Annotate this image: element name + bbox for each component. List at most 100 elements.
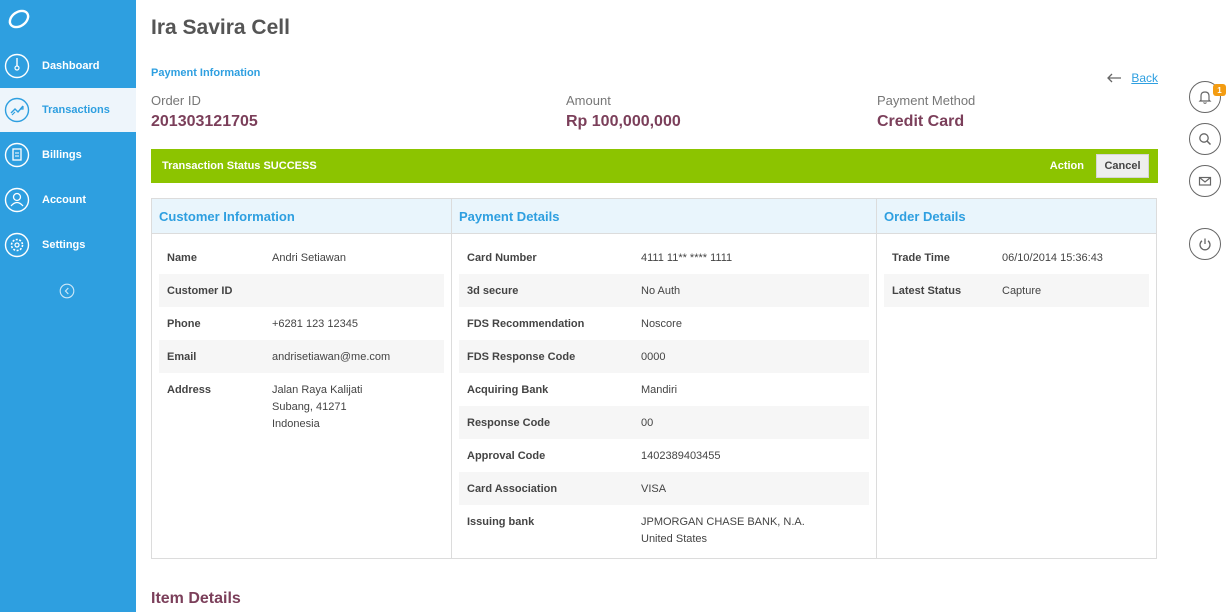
main-content: Ira Savira Cell Payment Information Back… [151,0,1158,612]
payment-rows: Card Number 4111 11** **** 1111 3d secure N… [452,234,876,555]
sidebar-item-label: Billings [42,149,82,161]
amount-block: Amount Rp 100,000,000 [566,93,681,131]
detail-row: Trade Time 06/10/2014 15:36:43 [884,241,1149,274]
customer-rows: Name Andri Setiawan Customer ID Phone +6281 … [152,234,451,440]
detail-row: Email andrisetiawan@me.com [159,340,444,373]
detail-key: Email [167,351,197,363]
detail-row: 3d secure No Auth [459,274,869,307]
back-label: Back [1131,71,1158,85]
order-rows: Trade Time 06/10/2014 15:36:43 Latest Stat… [877,234,1156,307]
detail-value: No Auth [641,285,681,297]
payment-method-block: Payment Method Credit Card [877,93,975,131]
detail-key: Name [167,252,197,264]
detail-key: Approval Code [467,450,546,462]
transaction-status-bar: Transaction Status SUCCESS Action Cancel [151,149,1158,183]
detail-value: JPMORGAN CHASE BANK, N.A. United States [641,516,805,545]
order-details-panel: Order Details Trade Time 06/10/2014 15:36… [877,199,1156,558]
detail-row: Approval Code 1402389403455 [459,439,869,472]
detail-key: Acquiring Bank [467,384,549,396]
detail-value: +6281 123 12345 [272,318,358,330]
detail-row: FDS Response Code 0000 [459,340,869,373]
detail-row: Name Andri Setiawan [159,241,444,274]
sidebar-item-settings[interactable]: Settings [0,223,136,267]
sidebar-item-account[interactable]: Account [0,178,136,222]
detail-row: FDS Recommendation Noscore [459,307,869,340]
amount-value: Rp 100,000,000 [566,113,681,130]
power-icon [1199,238,1211,251]
detail-row: Address Jalan Raya Kalijati Subang, 41271… [159,373,444,440]
logo-icon[interactable] [6,8,32,30]
order-details-title: Order Details [877,199,1156,234]
detail-value: Andri Setiawan [272,252,346,264]
sidebar-item-label: Dashboard [42,60,100,72]
sidebar-item-label: Settings [42,239,86,251]
detail-row: Card Number 4111 11** **** 1111 [459,241,869,274]
detail-key: FDS Recommendation [467,318,585,330]
detail-row: Phone +6281 123 12345 [159,307,444,340]
section-label: Payment Information [151,67,261,79]
mail-icon [1198,176,1212,186]
detail-key: Response Code [467,417,551,429]
customer-information-title: Customer Information [152,199,451,234]
detail-key: Address [167,384,212,396]
detail-value: 4111 11** **** 1111 [641,252,733,264]
detail-value: andrisetiawan@me.com [272,351,391,363]
detail-value: Jalan Raya Kalijati Subang, 41271 Indone… [272,384,363,430]
arrow-left-icon [1107,73,1122,83]
notification-count-badge: 1 [1213,84,1226,96]
item-details-title: Item Details [151,590,241,607]
detail-key: Card Association [467,483,558,495]
detail-value: 0000 [641,351,666,363]
details-table: Customer Information Name Andri Setiawan C… [151,198,1157,559]
sidebar-item-transactions[interactable]: Transactions [0,88,136,132]
settings-icon [4,232,30,258]
sidebar-item-label: Transactions [42,104,110,116]
sidebar: Dashboard Transactions Billings Account [0,0,136,612]
sidebar-item-billings[interactable]: Billings [0,133,136,177]
search-icon [1199,133,1212,146]
back-link[interactable]: Back [1106,71,1158,85]
messages-button[interactable] [1189,165,1221,197]
detail-key: Phone [167,318,201,330]
detail-row: Acquiring Bank Mandiri [459,373,869,406]
logout-button[interactable] [1189,228,1221,260]
detail-key: FDS Response Code [467,351,576,363]
detail-value: Noscore [641,318,682,330]
billings-icon [4,142,30,168]
customer-information-panel: Customer Information Name Andri Setiawan C… [152,199,452,558]
detail-value: 1402389403455 [641,450,721,462]
detail-value: Mandiri [641,384,678,396]
payment-method-label: Payment Method [877,93,976,108]
bell-icon [1198,91,1212,104]
page-title: Ira Savira Cell [151,16,290,39]
detail-row: Card Association VISA [459,472,869,505]
order-id-block: Order ID 201303121705 [151,93,258,131]
detail-value: VISA [641,483,667,495]
dashboard-icon [4,53,30,79]
detail-row: Customer ID [159,274,444,307]
detail-key: Issuing bank [467,516,535,528]
detail-key: Card Number [467,252,537,264]
action-label: Action [1049,160,1084,172]
detail-row: Response Code 00 [459,406,869,439]
payment-details-panel: Payment Details Card Number 4111 11** ***… [452,199,877,558]
detail-key: Trade Time [892,252,950,264]
detail-value: 00 [641,417,654,429]
transaction-status-text: Transaction Status SUCCESS [162,160,317,172]
collapse-sidebar-icon[interactable] [59,283,75,299]
order-id-value: 201303121705 [151,113,258,130]
cancel-button[interactable]: Cancel [1096,154,1149,178]
order-id-label: Order ID [151,93,201,108]
detail-key: 3d secure [467,285,519,297]
search-button[interactable] [1189,123,1221,155]
detail-row: Latest Status Capture [884,274,1149,307]
detail-key: Latest Status [892,285,962,297]
transactions-icon [4,97,30,123]
detail-value: Capture [1002,285,1042,297]
detail-row: Issuing bank JPMORGAN CHASE BANK, N.A. Un… [459,505,869,555]
sidebar-item-dashboard[interactable]: Dashboard [0,44,136,88]
detail-value: 06/10/2014 15:36:43 [1002,252,1103,264]
payment-method-value: Credit Card [877,113,965,130]
amount-label: Amount [566,93,611,108]
sidebar-item-label: Account [42,194,86,206]
